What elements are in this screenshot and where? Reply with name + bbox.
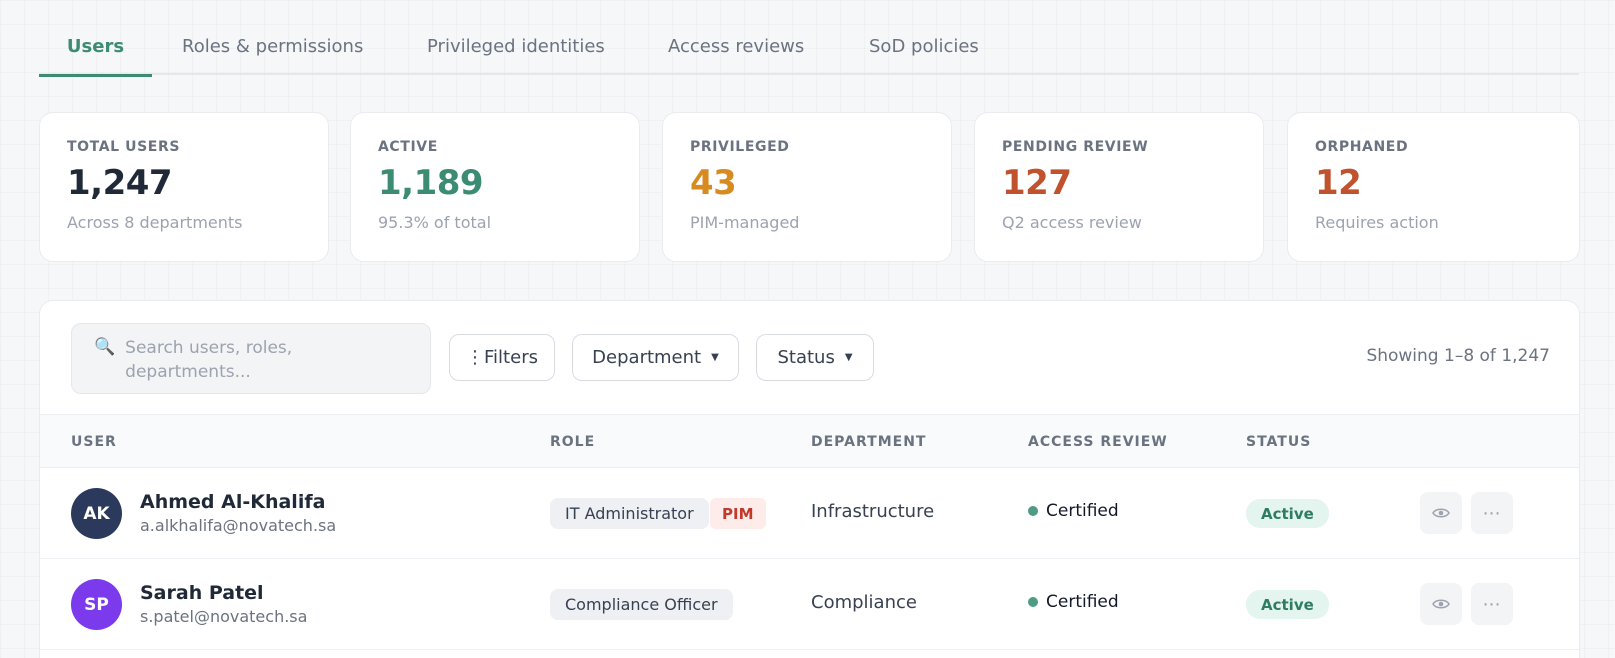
search-input[interactable]: 🔍 Search users, roles, departments...	[71, 323, 431, 394]
status-dropdown-label: Status	[777, 347, 835, 368]
status-dropdown[interactable]: Status ▼	[756, 334, 874, 381]
column-header-status[interactable]: STATUS	[1246, 434, 1311, 450]
search-placeholder: Search users, roles, departments...	[125, 338, 293, 382]
department-dropdown-label: Department	[592, 347, 702, 368]
tab-sod-policies[interactable]: SoD policies	[869, 18, 979, 75]
table-header: USER ROLE DEPARTMENT ACCESS REVIEW STATU…	[40, 414, 1579, 468]
stat-subtext: 95.3% of total	[378, 213, 492, 232]
view-button[interactable]	[1420, 583, 1462, 625]
more-horizontal-icon: ⋯	[1482, 593, 1502, 615]
more-horizontal-icon: ⋯	[1482, 502, 1502, 524]
stat-card-active: ACTIVE 1,189 95.3% of total	[350, 112, 640, 262]
stat-subtext: Q2 access review	[1002, 213, 1142, 232]
stat-label: PRIVILEGED	[690, 139, 790, 155]
status-badge: Active	[1246, 590, 1329, 619]
column-header-user[interactable]: USER	[71, 434, 117, 450]
stat-value: 127	[1002, 163, 1072, 203]
tab-access-reviews[interactable]: Access reviews	[668, 18, 804, 75]
status-dot-icon	[1028, 597, 1038, 607]
status-dot-icon	[1028, 506, 1038, 516]
pagination-summary: Showing 1–8 of 1,247	[1366, 346, 1550, 366]
column-header-department[interactable]: DEPARTMENT	[811, 434, 926, 450]
stat-label: ACTIVE	[378, 139, 438, 155]
department-cell: Infrastructure	[811, 501, 935, 522]
stat-subtext: Across 8 departments	[67, 213, 243, 232]
tab-bar: Users Roles & permissions Privileged ide…	[39, 18, 1579, 77]
user-name[interactable]: Ahmed Al-Khalifa	[140, 491, 325, 513]
tab-privileged-identities[interactable]: Privileged identities	[427, 18, 605, 75]
stat-card-total-users: TOTAL USERS 1,247 Across 8 departments	[39, 112, 329, 262]
eye-icon	[1432, 599, 1450, 609]
eye-icon	[1432, 508, 1450, 518]
stat-label: TOTAL USERS	[67, 139, 181, 155]
stat-card-orphaned: ORPHANED 12 Requires action	[1287, 112, 1580, 262]
more-actions-button[interactable]: ⋯	[1471, 583, 1513, 625]
column-header-access-review[interactable]: ACCESS REVIEW	[1028, 434, 1168, 450]
department-dropdown[interactable]: Department ▼	[572, 334, 739, 381]
role-badge: IT Administrator	[550, 498, 709, 529]
users-table-panel: 🔍 Search users, roles, departments... ⋮F…	[39, 300, 1580, 658]
stat-label: PENDING REVIEW	[1002, 139, 1149, 155]
search-icon: 🔍	[94, 337, 116, 357]
stat-subtext: PIM-managed	[690, 213, 800, 232]
pim-badge: PIM	[710, 498, 766, 529]
stat-value: 12	[1315, 163, 1362, 203]
stat-card-pending-review: PENDING REVIEW 127 Q2 access review	[974, 112, 1264, 262]
access-review-label: Certified	[1046, 592, 1119, 612]
department-cell: Compliance	[811, 592, 917, 613]
stat-value: 1,247	[67, 163, 173, 203]
table-row[interactable]: AK Ahmed Al-Khalifa a.alkhalifa@novatech…	[40, 468, 1579, 559]
filters-button[interactable]: ⋮Filters	[449, 334, 555, 381]
access-review-label: Certified	[1046, 501, 1119, 521]
column-header-role[interactable]: ROLE	[550, 434, 595, 450]
more-actions-button[interactable]: ⋯	[1471, 492, 1513, 534]
view-button[interactable]	[1420, 492, 1462, 534]
user-email: a.alkhalifa@novatech.sa	[140, 516, 337, 535]
role-badge: Compliance Officer	[550, 589, 733, 620]
access-review-cell: Certified	[1028, 501, 1119, 521]
tab-roles-permissions[interactable]: Roles & permissions	[182, 18, 363, 75]
table-row[interactable]: SP Sarah Patel s.patel@novatech.sa Compl…	[40, 559, 1579, 650]
caret-down-icon: ▼	[711, 352, 719, 363]
status-badge: Active	[1246, 499, 1329, 528]
tab-users[interactable]: Users	[39, 18, 152, 77]
user-email: s.patel@novatech.sa	[140, 607, 308, 626]
stat-label: ORPHANED	[1315, 139, 1409, 155]
access-review-cell: Certified	[1028, 592, 1119, 612]
stat-value: 1,189	[378, 163, 484, 203]
stat-card-privileged: PRIVILEGED 43 PIM-managed	[662, 112, 952, 262]
avatar: AK	[71, 488, 122, 539]
caret-down-icon: ▼	[844, 352, 853, 363]
avatar: SP	[71, 579, 122, 630]
stat-subtext: Requires action	[1315, 213, 1439, 232]
stat-value: 43	[690, 163, 737, 203]
user-name[interactable]: Sarah Patel	[140, 582, 264, 604]
